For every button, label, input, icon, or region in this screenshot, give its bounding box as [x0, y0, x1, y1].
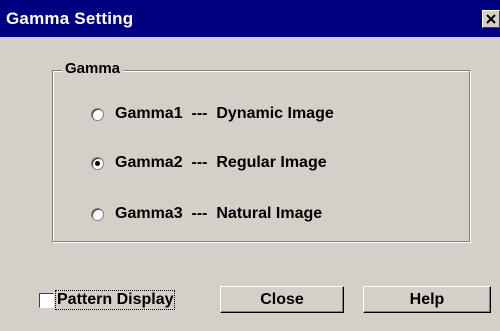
- option-separator: ---: [191, 205, 208, 222]
- radio-gamma3[interactable]: Gamma3 --- Natural Image: [91, 203, 322, 225]
- pattern-display-checkbox[interactable]: Pattern Display: [39, 289, 176, 311]
- close-x-icon: [486, 14, 496, 24]
- option-description: Regular Image: [216, 154, 327, 171]
- pattern-display-label: Pattern Display: [54, 290, 176, 310]
- radio-selected-dot: [95, 160, 100, 166]
- radio-gamma2[interactable]: Gamma2 --- Regular Image: [91, 152, 327, 174]
- option-description: Natural Image: [216, 205, 323, 222]
- option-separator: ---: [191, 105, 208, 122]
- close-button[interactable]: Close: [220, 286, 344, 313]
- gamma-group-label: Gamma: [62, 60, 124, 77]
- radio-button[interactable]: [91, 107, 104, 121]
- option-separator: ---: [191, 154, 208, 171]
- option-name: Gamma3: [115, 205, 183, 222]
- option-description: Dynamic Image: [216, 105, 334, 122]
- title-bar[interactable]: Gamma Setting: [0, 0, 500, 37]
- window-title: Gamma Setting: [6, 9, 134, 28]
- checkbox-box[interactable]: [39, 292, 54, 308]
- help-button[interactable]: Help: [363, 286, 491, 313]
- radio-button[interactable]: [91, 156, 104, 170]
- option-name: Gamma2: [115, 154, 183, 171]
- option-name: Gamma1: [115, 105, 183, 122]
- close-window-button[interactable]: [482, 10, 500, 28]
- radio-button[interactable]: [91, 207, 104, 221]
- radio-gamma1[interactable]: Gamma1 --- Dynamic Image: [91, 103, 334, 125]
- gamma-setting-dialog: Gamma Setting Gamma Gamma1 --- Dynamic I…: [0, 0, 500, 331]
